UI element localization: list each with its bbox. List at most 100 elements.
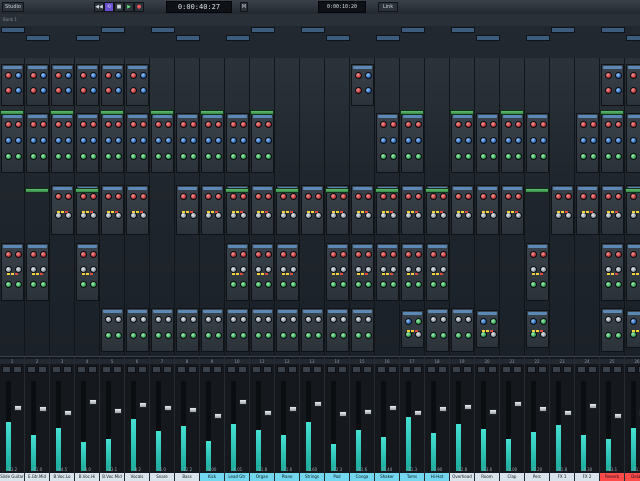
- blue-knob[interactable]: [115, 137, 122, 144]
- grey-knob[interactable]: [65, 212, 72, 219]
- grey-knob[interactable]: [380, 212, 387, 219]
- plugin-title-bar[interactable]: [3, 115, 22, 118]
- blue-knob[interactable]: [480, 137, 487, 144]
- blue-knob[interactable]: [240, 137, 247, 144]
- green-knob[interactable]: [380, 281, 387, 288]
- plugin-title-bar[interactable]: [303, 187, 322, 190]
- green-knob[interactable]: [480, 153, 487, 160]
- grey-knob[interactable]: [130, 212, 137, 219]
- red-knob[interactable]: [605, 87, 612, 94]
- blue-knob[interactable]: [405, 318, 412, 325]
- plugin-panel[interactable]: [351, 308, 374, 352]
- red-knob[interactable]: [430, 193, 437, 200]
- solo-button[interactable]: [613, 366, 622, 373]
- red-knob[interactable]: [15, 251, 22, 258]
- plugin-panel[interactable]: [251, 185, 274, 235]
- green-knob[interactable]: [190, 332, 197, 339]
- insert-active-strip[interactable]: [325, 188, 349, 193]
- volume-fader[interactable]: [339, 411, 347, 418]
- solo-button[interactable]: [338, 366, 347, 373]
- grey-knob[interactable]: [15, 266, 22, 273]
- blue-knob[interactable]: [630, 318, 637, 325]
- red-knob[interactable]: [255, 251, 262, 258]
- mute-button[interactable]: [552, 366, 561, 373]
- grey-knob[interactable]: [115, 212, 122, 219]
- plugin-title-bar[interactable]: [603, 310, 622, 313]
- plugin-panel[interactable]: [51, 185, 74, 235]
- routing-slot[interactable]: [176, 35, 200, 41]
- red-knob[interactable]: [290, 251, 297, 258]
- mute-button[interactable]: [177, 366, 186, 373]
- red-knob[interactable]: [615, 193, 622, 200]
- grey-knob[interactable]: [455, 316, 462, 323]
- red-knob[interactable]: [90, 251, 97, 258]
- red-knob[interactable]: [140, 121, 147, 128]
- grey-knob[interactable]: [490, 212, 497, 219]
- blue-knob[interactable]: [615, 72, 622, 79]
- volume-fader[interactable]: [414, 409, 422, 416]
- green-knob[interactable]: [465, 153, 472, 160]
- solo-button[interactable]: [538, 366, 547, 373]
- grey-knob[interactable]: [205, 316, 212, 323]
- red-knob[interactable]: [455, 121, 462, 128]
- green-knob[interactable]: [540, 318, 547, 325]
- blue-knob[interactable]: [205, 137, 212, 144]
- red-knob[interactable]: [30, 251, 37, 258]
- red-knob[interactable]: [380, 251, 387, 258]
- grey-knob[interactable]: [340, 266, 347, 273]
- green-knob[interactable]: [230, 281, 237, 288]
- plugin-title-bar[interactable]: [328, 310, 347, 313]
- red-knob[interactable]: [30, 87, 37, 94]
- green-knob[interactable]: [105, 332, 112, 339]
- green-knob[interactable]: [615, 153, 622, 160]
- grey-knob[interactable]: [130, 316, 137, 323]
- red-knob[interactable]: [65, 121, 72, 128]
- plugin-title-bar[interactable]: [353, 66, 372, 69]
- grey-knob[interactable]: [330, 266, 337, 273]
- plugin-panel[interactable]: [251, 113, 274, 173]
- red-knob[interactable]: [30, 121, 37, 128]
- blue-knob[interactable]: [65, 87, 72, 94]
- plugin-title-bar[interactable]: [603, 245, 622, 248]
- plugin-title-bar[interactable]: [503, 115, 522, 118]
- green-knob[interactable]: [390, 281, 397, 288]
- volume-fader[interactable]: [14, 404, 22, 411]
- green-knob[interactable]: [255, 332, 262, 339]
- routing-slot[interactable]: [401, 27, 425, 33]
- plugin-title-bar[interactable]: [403, 245, 422, 248]
- insert-active-strip[interactable]: [500, 110, 524, 115]
- plugin-panel[interactable]: [426, 308, 449, 352]
- green-knob[interactable]: [15, 153, 22, 160]
- green-knob[interactable]: [80, 281, 87, 288]
- mute-button[interactable]: [2, 366, 11, 373]
- plugin-panel[interactable]: [226, 113, 249, 173]
- plugin-panel[interactable]: [126, 308, 149, 352]
- plugin-title-bar[interactable]: [478, 187, 497, 190]
- routing-slot[interactable]: [251, 27, 275, 33]
- red-knob[interactable]: [580, 121, 587, 128]
- plugin-title-bar[interactable]: [253, 187, 272, 190]
- solo-button[interactable]: [413, 366, 422, 373]
- red-knob[interactable]: [330, 251, 337, 258]
- red-knob[interactable]: [90, 121, 97, 128]
- green-knob[interactable]: [630, 331, 637, 338]
- green-knob[interactable]: [155, 332, 162, 339]
- grey-knob[interactable]: [240, 316, 247, 323]
- red-knob[interactable]: [130, 87, 137, 94]
- red-knob[interactable]: [55, 193, 62, 200]
- green-knob[interactable]: [40, 281, 47, 288]
- red-knob[interactable]: [415, 193, 422, 200]
- grey-knob[interactable]: [405, 212, 412, 219]
- mute-button[interactable]: [52, 366, 61, 373]
- mute-button[interactable]: [277, 366, 286, 373]
- plugin-panel[interactable]: [351, 185, 374, 235]
- routing-slot[interactable]: [26, 35, 50, 41]
- red-knob[interactable]: [355, 193, 362, 200]
- routing-slot[interactable]: [326, 35, 350, 41]
- plugin-panel[interactable]: [126, 64, 149, 106]
- plugin-panel[interactable]: [476, 185, 499, 235]
- red-knob[interactable]: [415, 121, 422, 128]
- grey-knob[interactable]: [365, 212, 372, 219]
- red-knob[interactable]: [380, 121, 387, 128]
- plugin-title-bar[interactable]: [603, 66, 622, 69]
